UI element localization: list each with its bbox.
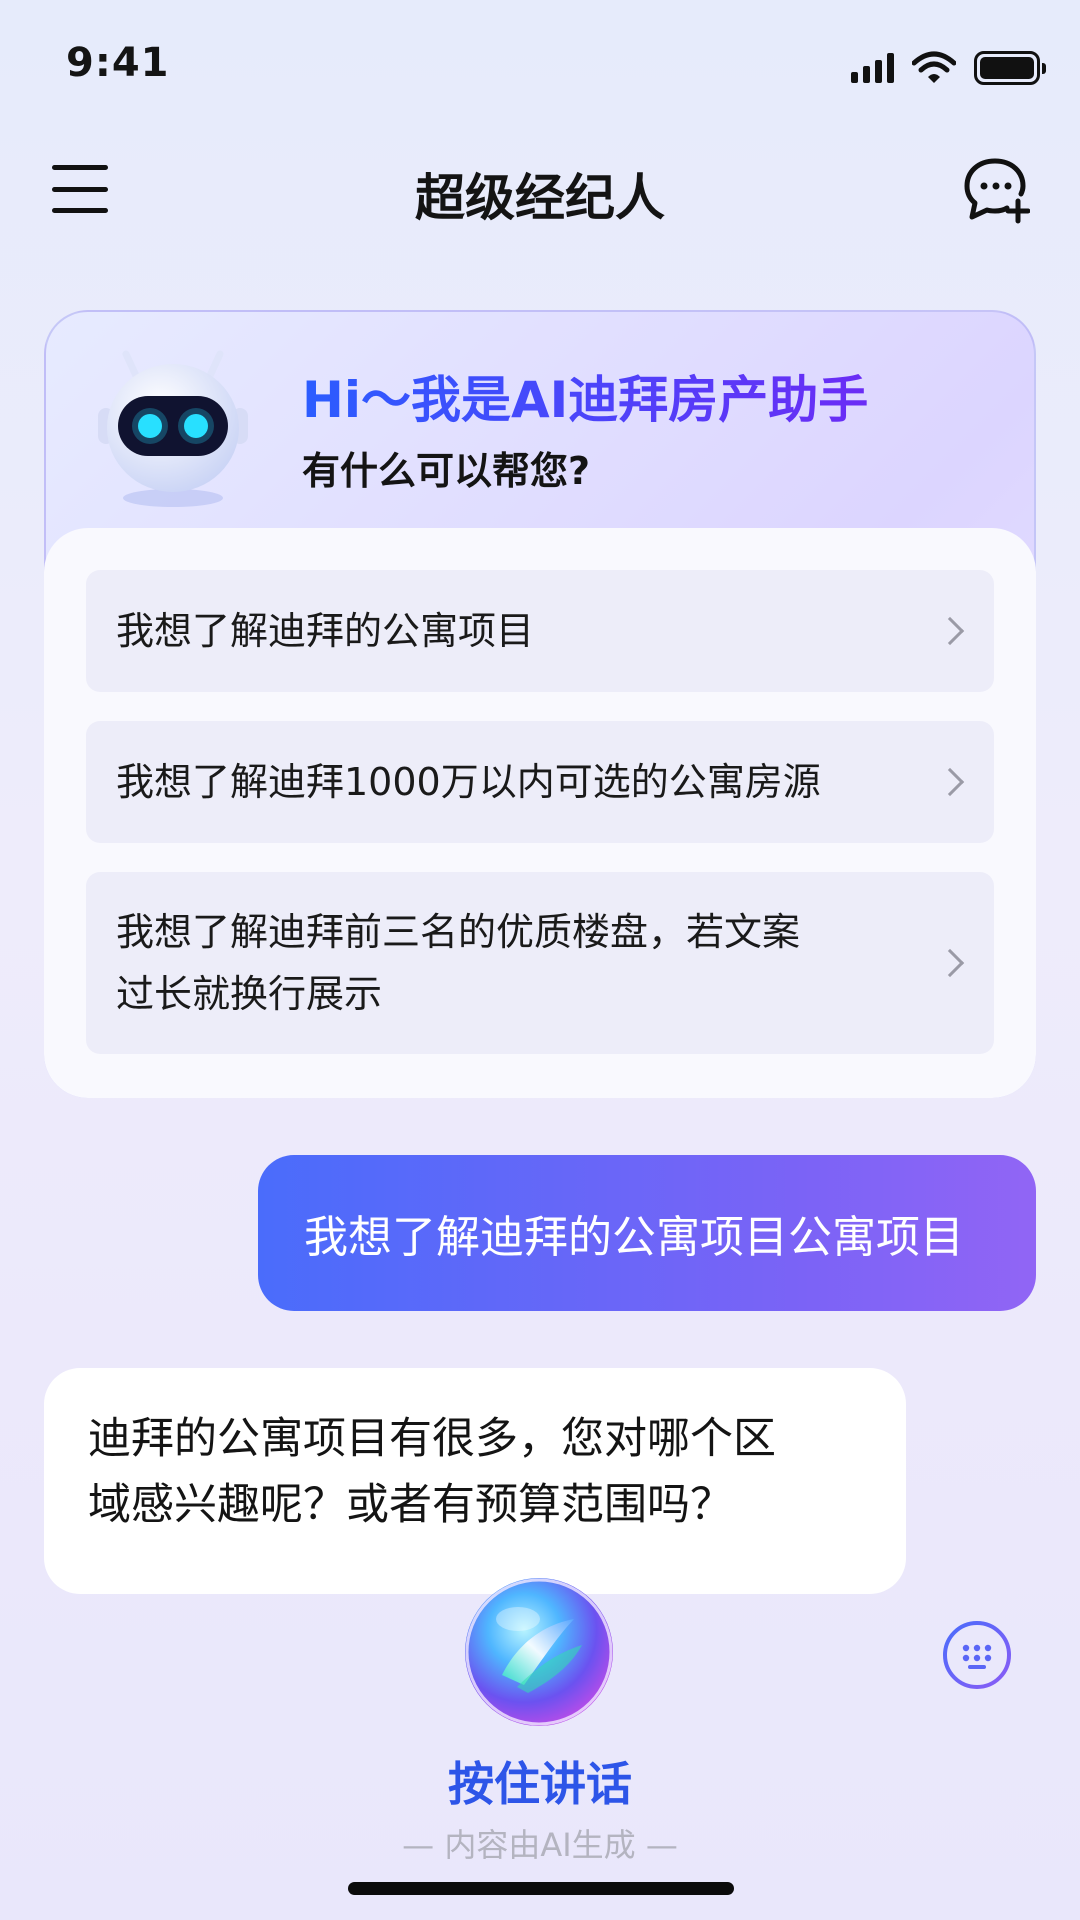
suggestion-label-continued: 过长就换行展示 (116, 972, 383, 1016)
suggestion-label: 我想了解迪拜前三名的优质楼盘，若文案 (116, 910, 801, 954)
suggestion-item-apartments[interactable]: 我想了解迪拜的公寓项目 (86, 570, 994, 692)
assistant-message-bubble: 迪拜的公寓项目有很多，您对哪个区 域感兴趣呢？或者有预算范围吗？ (44, 1368, 906, 1594)
home-indicator (348, 1882, 734, 1895)
suggestion-item-budget[interactable]: 我想了解迪拜1000万以内可选的公寓房源 (86, 721, 994, 843)
keyboard-button[interactable] (942, 1620, 1012, 1690)
page-title: 超级经纪人 (415, 169, 665, 227)
cellular-signal-icon (851, 53, 894, 83)
suggestion-label: 我想了解迪拜1000万以内可选的公寓房源 (116, 760, 821, 804)
user-message-bubble: 我想了解迪拜的公寓项目公寓项目 (258, 1155, 1036, 1311)
status-icons (851, 50, 1046, 86)
assistant-message-line: 迪拜的公寓项目有很多，您对哪个区 (88, 1414, 776, 1464)
welcome-heading: Hi～我是AI迪拜房产助手 (302, 360, 868, 432)
battery-icon (974, 51, 1046, 85)
robot-avatar-icon (98, 350, 248, 507)
chevron-right-icon (935, 767, 965, 797)
hold-to-talk-label[interactable]: 按住讲话 (0, 1748, 1080, 1814)
wifi-icon (912, 51, 956, 83)
voice-orb-icon (465, 1578, 613, 1726)
new-chat-button[interactable] (960, 155, 1030, 225)
suggestion-item-top-projects[interactable]: 我想了解迪拜前三名的优质楼盘，若文案 过长就换行展示 (86, 872, 994, 1054)
user-message-text: 我想了解迪拜的公寓项目公寓项目 (304, 1212, 964, 1263)
suggestion-label: 我想了解迪拜的公寓项目 (116, 609, 535, 653)
keyboard-icon (943, 1621, 1011, 1689)
voice-orb-button[interactable] (462, 1575, 616, 1729)
chat-plus-icon (964, 158, 1030, 224)
chevron-right-icon (935, 948, 965, 978)
ai-disclaimer: — 内容由AI生成 — (402, 1826, 678, 1864)
assistant-message-line: 域感兴趣呢？或者有预算范围吗？ (88, 1480, 733, 1530)
status-time: 9:41 (66, 40, 170, 86)
chevron-right-icon (935, 616, 965, 646)
welcome-subheading: 有什么可以帮您? (302, 449, 591, 493)
